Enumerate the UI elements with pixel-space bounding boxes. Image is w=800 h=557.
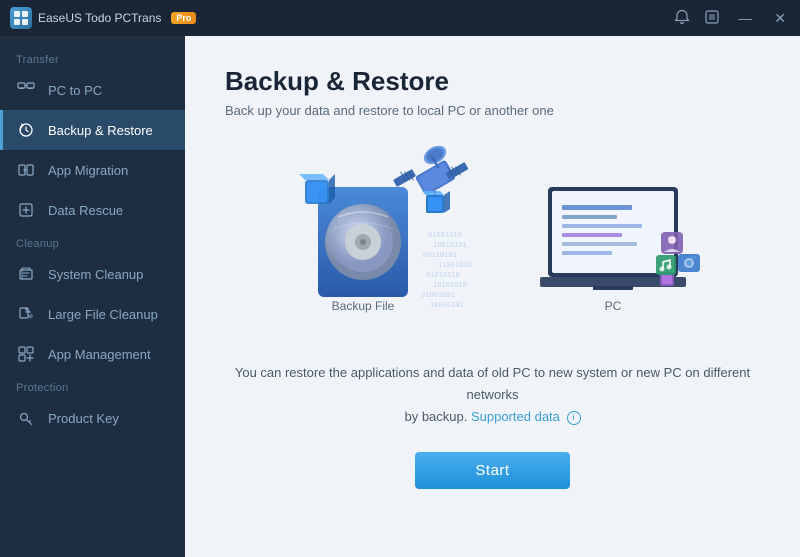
sidebar-item-app-migration-label: App Migration: [48, 163, 128, 178]
start-button-wrapper: Start: [225, 452, 760, 489]
svg-text:11001010: 11001010: [438, 261, 472, 269]
description-box: You can restore the applications and dat…: [225, 362, 760, 428]
sidebar-section-cleanup: Cleanup: [0, 230, 185, 254]
window-controls: — ✕: [674, 8, 790, 29]
svg-text:10010101: 10010101: [430, 301, 464, 309]
sidebar-item-app-migration[interactable]: App Migration: [0, 150, 185, 190]
backup-restore-icon: [16, 120, 36, 140]
titlebar: EaseUS Todo PCTrans Pro — ✕: [0, 0, 800, 36]
description-text-line2: by backup.: [404, 409, 467, 424]
data-rescue-icon: [16, 200, 36, 220]
page-subtitle: Back up your data and restore to local P…: [225, 103, 760, 118]
sidebar-item-system-cleanup[interactable]: System Cleanup: [0, 254, 185, 294]
app-migration-icon: [16, 160, 36, 180]
pc-to-pc-icon: [16, 80, 36, 100]
logo-icon: [10, 7, 32, 29]
sidebar-section-transfer: Transfer: [0, 46, 185, 70]
info-icon[interactable]: i: [567, 411, 581, 425]
svg-text:PC: PC: [604, 299, 621, 313]
product-key-icon: [16, 408, 36, 428]
sidebar: Transfer PC to PC: [0, 36, 185, 557]
close-button[interactable]: ✕: [770, 8, 790, 29]
sidebar-item-pc-to-pc[interactable]: PC to PC: [0, 70, 185, 110]
app-logo: EaseUS Todo PCTrans Pro: [10, 7, 196, 29]
sidebar-item-app-management[interactable]: App Management: [0, 334, 185, 374]
svg-text:10101010: 10101010: [433, 281, 467, 289]
app-management-icon: [16, 344, 36, 364]
svg-text:Backup File: Backup File: [331, 299, 394, 313]
supported-data-link[interactable]: Supported data: [471, 409, 560, 424]
app-name: EaseUS Todo PCTrans: [38, 11, 161, 25]
sidebar-item-data-rescue[interactable]: Data Rescue: [0, 190, 185, 230]
sidebar-item-data-rescue-label: Data Rescue: [48, 203, 123, 218]
sidebar-item-pc-to-pc-label: PC to PC: [48, 83, 102, 98]
sidebar-item-product-key[interactable]: Product Key: [0, 398, 185, 438]
minimize-button[interactable]: —: [734, 8, 756, 28]
start-button[interactable]: Start: [415, 452, 569, 489]
sidebar-item-large-file-cleanup[interactable]: Large File Cleanup: [0, 294, 185, 334]
system-cleanup-icon: [16, 264, 36, 284]
svg-text:00110101: 00110101: [423, 251, 457, 259]
bell-icon[interactable]: [674, 9, 690, 28]
description-text-line1: You can restore the applications and dat…: [235, 365, 750, 402]
sidebar-item-backup-restore[interactable]: Backup & Restore: [0, 110, 185, 150]
notification-icon[interactable]: [704, 9, 720, 28]
svg-text:01001010: 01001010: [428, 231, 462, 239]
pro-badge: Pro: [171, 12, 196, 24]
content-area: Backup & Restore Back up your data and r…: [185, 36, 800, 557]
large-file-cleanup-icon: [16, 304, 36, 324]
sidebar-item-product-key-label: Product Key: [48, 411, 119, 426]
page-title: Backup & Restore: [225, 66, 760, 97]
svg-text:01010110: 01010110: [426, 271, 460, 279]
sidebar-item-backup-restore-label: Backup & Restore: [48, 123, 153, 138]
sidebar-item-system-cleanup-label: System Cleanup: [48, 267, 143, 282]
illustration-area: 01001010 10010101 00110101 11001010 0101…: [225, 142, 760, 342]
backup-restore-illustration: 01001010 10010101 00110101 11001010 0101…: [263, 142, 723, 327]
sidebar-section-protection: Protection: [0, 374, 185, 398]
main-layout: Transfer PC to PC: [0, 36, 800, 557]
sidebar-item-large-file-cleanup-label: Large File Cleanup: [48, 307, 158, 322]
sidebar-item-app-management-label: App Management: [48, 347, 151, 362]
svg-text:10010101: 10010101: [433, 241, 467, 249]
svg-text:01001001: 01001001: [421, 291, 455, 299]
